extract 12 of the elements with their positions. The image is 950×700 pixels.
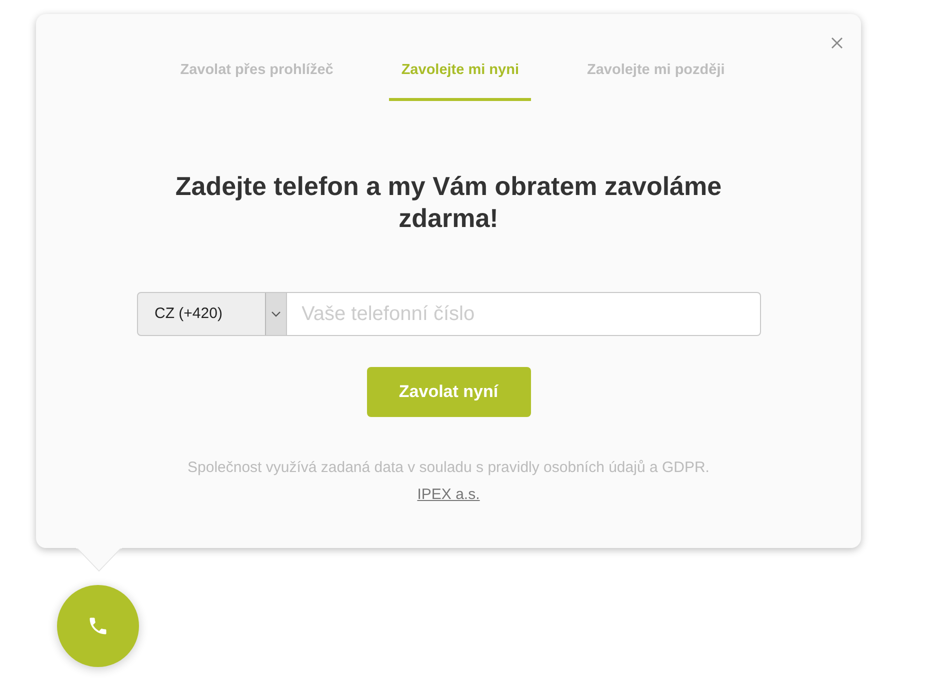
close-icon (831, 37, 843, 49)
close-button[interactable] (831, 37, 843, 49)
tab[interactable]: Zavolejte mi později (574, 54, 737, 101)
tab[interactable]: Zavolejte mi nyni (389, 54, 531, 101)
privacy-notice: Společnost využívá zadaná data v souladu s pravidly osobních údajů a GDPR. (188, 459, 710, 477)
phone-icon (87, 615, 109, 637)
heading: Zadejte telefon a my Vám obratem zavoláme zdarma! (174, 170, 723, 234)
call-now-button[interactable]: Zavolat nyní (366, 367, 530, 417)
caret-icon (264, 293, 286, 335)
tab[interactable]: Zavolat přes prohlížeč (168, 54, 346, 101)
country-select[interactable]: CZ (+420) (136, 292, 286, 336)
company-link[interactable]: IPEX a.s. (417, 486, 480, 504)
